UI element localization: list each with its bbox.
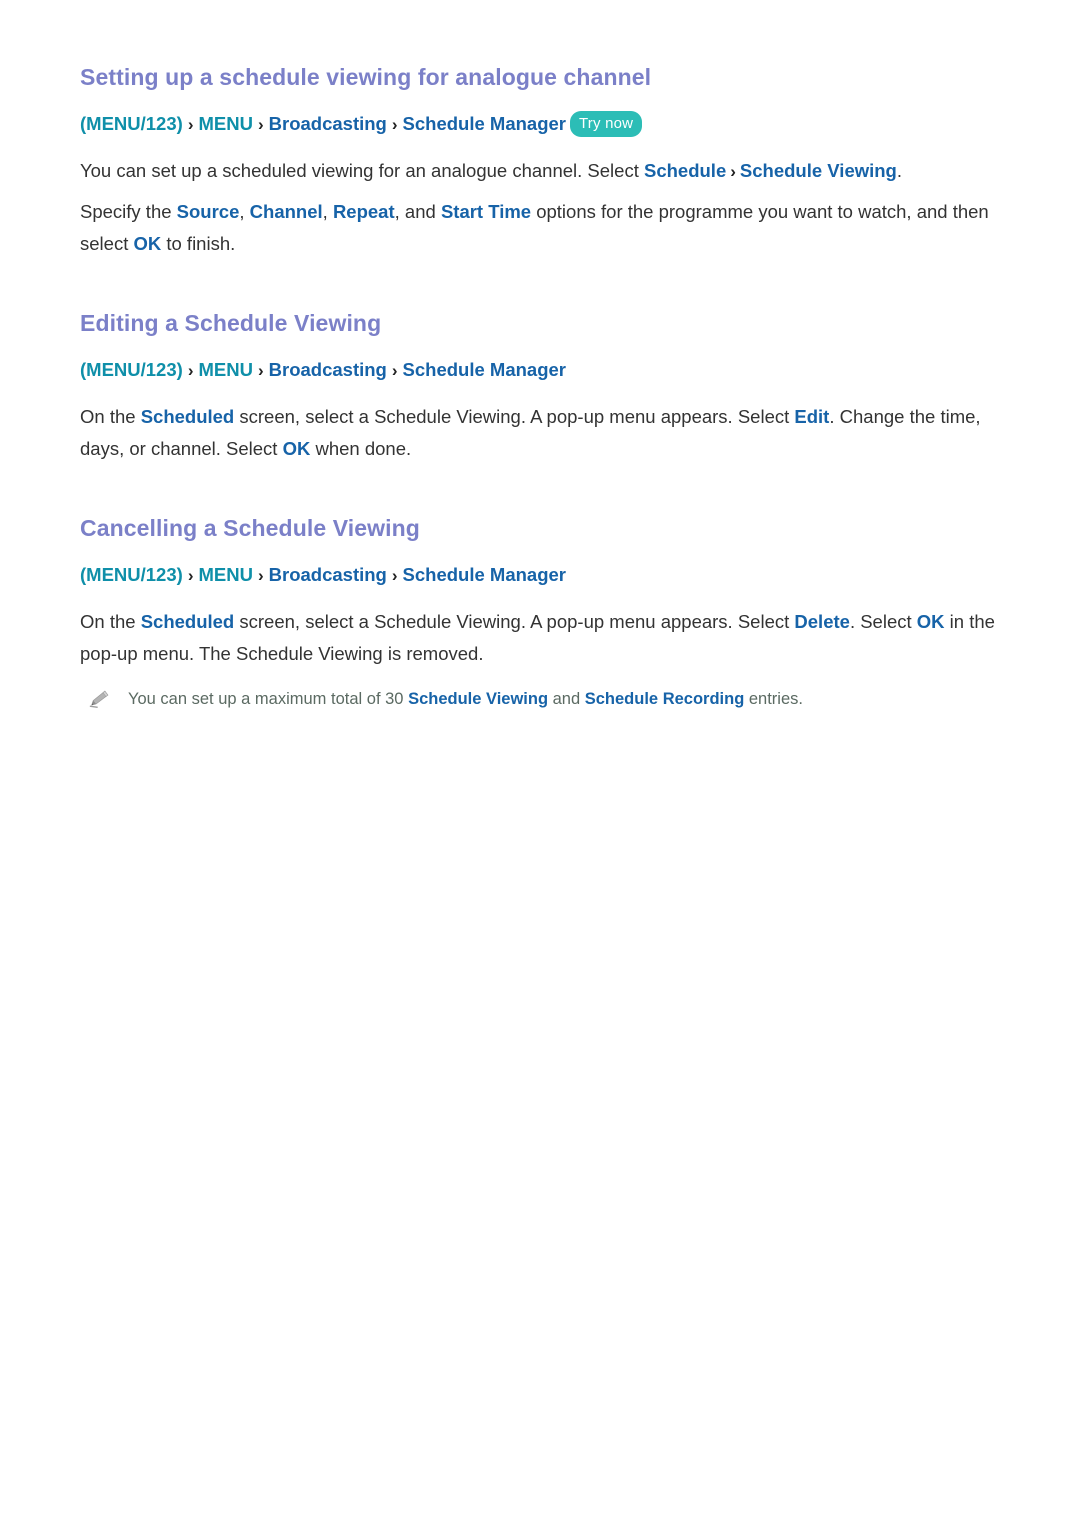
breadcrumb-broadcasting[interactable]: Broadcasting — [269, 113, 387, 134]
breadcrumb-menu123[interactable]: (MENU/123) — [80, 564, 183, 585]
text-run: entries. — [744, 690, 803, 708]
chevron-right-icon: › — [187, 361, 194, 380]
breadcrumb-schedule-manager[interactable]: Schedule Manager — [403, 113, 566, 134]
text-run: to finish. — [161, 233, 236, 254]
text-run: . Select — [849, 611, 917, 632]
link-ok[interactable]: OK — [133, 233, 161, 254]
link-ok[interactable]: OK — [283, 438, 311, 459]
link-scheduled[interactable]: Scheduled — [141, 406, 235, 427]
chevron-right-icon: › — [730, 162, 736, 181]
text-run: On the — [80, 406, 141, 427]
section-title-cancelling: Cancelling a Schedule Viewing — [80, 515, 420, 541]
page-title: Setting up a schedule viewing for analog… — [80, 64, 652, 90]
chevron-right-icon: › — [187, 115, 194, 134]
text-run: . — [896, 160, 902, 181]
link-scheduled[interactable]: Scheduled — [141, 611, 235, 632]
section-setting-up-schedule-viewing: Setting up a schedule viewing for analog… — [80, 62, 1010, 260]
breadcrumb-schedule-manager[interactable]: Schedule Manager — [403, 359, 566, 380]
menu-path-breadcrumb-1: (MENU/123) › MENU › Broadcasting › Schedule Ma… — [80, 110, 1010, 139]
link-channel[interactable]: Channel — [250, 201, 323, 222]
text-run: , — [322, 201, 333, 222]
breadcrumb-broadcasting[interactable]: Broadcasting — [269, 564, 387, 585]
paragraph-editing-instructions: On the Scheduled screen, select a Schedu… — [80, 401, 1010, 465]
breadcrumb-schedule-manager[interactable]: Schedule Manager — [403, 564, 566, 585]
chevron-right-icon: › — [257, 566, 264, 585]
link-source[interactable]: Source — [177, 201, 240, 222]
try-now-badge[interactable]: Try now — [570, 111, 643, 137]
breadcrumb-menu[interactable]: MENU — [198, 564, 252, 585]
breadcrumb-menu[interactable]: MENU — [198, 359, 252, 380]
menu-path-breadcrumb-3: (MENU/123) › MENU › Broadcasting › Schedule Ma… — [80, 561, 1010, 590]
chevron-right-icon: › — [391, 361, 398, 380]
paragraph-schedule-viewing-intro: You can set up a scheduled viewing for a… — [80, 155, 1010, 188]
paragraph-cancelling-instructions: On the Scheduled screen, select a Schedu… — [80, 606, 1010, 670]
section-editing-schedule-viewing: Editing a Schedule Viewing (MENU/123) › ME… — [80, 308, 1010, 465]
text-run: , and — [394, 201, 441, 222]
text-run: screen, select a Schedule Viewing. A pop… — [234, 406, 795, 427]
chevron-right-icon: › — [391, 566, 398, 585]
link-schedule-recording[interactable]: Schedule Recording — [585, 690, 745, 708]
chevron-right-icon: › — [257, 115, 264, 134]
link-edit[interactable]: Edit — [794, 406, 829, 427]
link-schedule-viewing[interactable]: Schedule Viewing — [740, 160, 897, 181]
text-run: when done. — [310, 438, 412, 459]
text-run: On the — [80, 611, 141, 632]
link-start-time[interactable]: Start Time — [441, 201, 531, 222]
help-page: Setting up a schedule viewing for analog… — [0, 0, 1080, 1527]
link-schedule[interactable]: Schedule — [644, 160, 726, 181]
note-max-entries: You can set up a maximum total of 30 Sch… — [80, 686, 1010, 712]
pencil-icon — [89, 690, 109, 708]
link-repeat[interactable]: Repeat — [333, 201, 395, 222]
menu-path-breadcrumb-2: (MENU/123) › MENU › Broadcasting › Schedule Ma… — [80, 356, 1010, 385]
section-cancelling-schedule-viewing: Cancelling a Schedule Viewing (MENU/123)… — [80, 513, 1010, 712]
chevron-right-icon: › — [391, 115, 398, 134]
link-delete[interactable]: Delete — [794, 611, 850, 632]
breadcrumb-menu123[interactable]: (MENU/123) — [80, 359, 183, 380]
breadcrumb-menu123[interactable]: (MENU/123) — [80, 113, 183, 134]
link-ok[interactable]: OK — [917, 611, 945, 632]
text-run: You can set up a maximum total of 30 — [128, 690, 409, 708]
text-run: Specify the — [80, 201, 177, 222]
chevron-right-icon: › — [187, 566, 194, 585]
breadcrumb-broadcasting[interactable]: Broadcasting — [269, 359, 387, 380]
paragraph-specify-options: Specify the Source, Channel, Repeat, and… — [80, 196, 1010, 260]
section-title-editing: Editing a Schedule Viewing — [80, 310, 382, 336]
text-run: , — [239, 201, 250, 222]
text-run: screen, select a Schedule Viewing. A pop… — [234, 611, 795, 632]
chevron-right-icon: › — [257, 361, 264, 380]
breadcrumb-menu[interactable]: MENU — [198, 113, 252, 134]
text-run: You can set up a scheduled viewing for a… — [80, 160, 644, 181]
link-schedule-viewing[interactable]: Schedule Viewing — [408, 690, 548, 708]
text-run: and — [548, 690, 585, 708]
